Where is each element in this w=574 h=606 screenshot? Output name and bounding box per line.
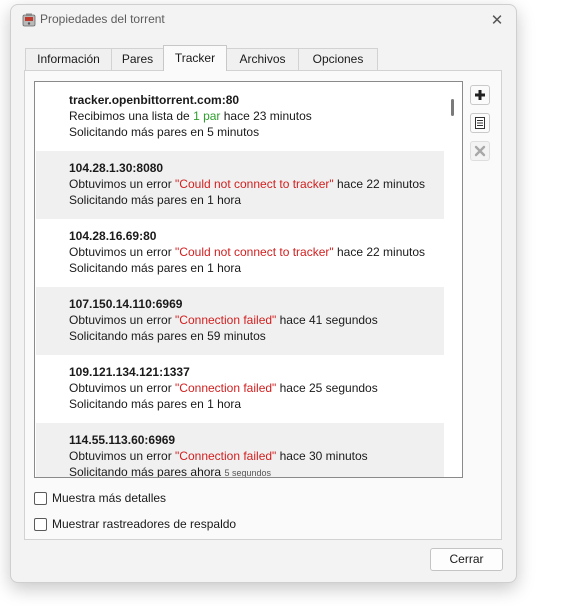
tab-archivos[interactable]: Archivos bbox=[226, 48, 299, 70]
show-backup-trackers-checkbox[interactable] bbox=[34, 518, 47, 531]
tracker-row[interactable]: 104.28.16.69:80 Obtuvimos un error "Coul… bbox=[36, 219, 444, 287]
tracker-status: Obtuvimos un error "Could not connect to… bbox=[69, 177, 426, 191]
tracker-host: 114.55.113.60:6969 bbox=[69, 433, 176, 447]
tracker-row[interactable]: 104.28.1.30:8080 Obtuvimos un error "Cou… bbox=[36, 151, 444, 219]
tracker-countdown: 5 segundos bbox=[224, 468, 271, 478]
title-bar: Propiedades del torrent ✕ bbox=[11, 5, 516, 35]
tracker-host: tracker.openbittorrent.com:80 bbox=[69, 93, 240, 107]
tracker-status: Recibimos una lista de 1 par hace 23 min… bbox=[69, 109, 312, 123]
tracker-host: 109.121.134.121:1337 bbox=[69, 365, 190, 379]
remove-icon bbox=[474, 145, 486, 157]
tab-opciones[interactable]: Opciones bbox=[298, 48, 378, 70]
plus-icon bbox=[475, 90, 485, 100]
tracker-status: Obtuvimos un error "Connection failed" h… bbox=[69, 313, 378, 327]
tracker-host: 104.28.16.69:80 bbox=[69, 229, 157, 243]
tracker-status: Obtuvimos un error "Connection failed" h… bbox=[69, 449, 368, 463]
show-more-details-label: Muestra más detalles bbox=[52, 491, 167, 505]
tracker-status: Obtuvimos un error "Could not connect to… bbox=[69, 245, 426, 259]
tab-tracker[interactable]: Tracker bbox=[163, 45, 227, 71]
properties-dialog: Propiedades del torrent ✕ Información Pa… bbox=[10, 4, 517, 583]
tracker-panel: tracker.openbittorrent.com:80 Recibimos … bbox=[24, 70, 502, 540]
remove-tracker-button[interactable] bbox=[470, 141, 490, 161]
tracker-row[interactable]: 109.121.134.121:1337 Obtuvimos un error … bbox=[36, 355, 444, 423]
close-button[interactable]: Cerrar bbox=[430, 548, 503, 571]
tracker-host: 104.28.1.30:8080 bbox=[69, 161, 164, 175]
tracker-status: Obtuvimos un error "Connection failed" h… bbox=[69, 381, 378, 395]
scrollbar-thumb[interactable] bbox=[451, 99, 454, 116]
tracker-next-announce: Solicitando más pares en 1 hora bbox=[69, 193, 242, 207]
tab-informacion[interactable]: Información bbox=[25, 48, 112, 70]
tracker-next-announce: Solicitando más pares ahora 5 segundos bbox=[69, 465, 271, 478]
tracker-row[interactable]: tracker.openbittorrent.com:80 Recibimos … bbox=[36, 83, 444, 151]
tracker-row[interactable]: 107.150.14.110:6969 Obtuvimos un error "… bbox=[36, 287, 444, 355]
tracker-host: 107.150.14.110:6969 bbox=[69, 297, 183, 311]
tracker-next-announce: Solicitando más pares en 1 hora bbox=[69, 261, 242, 275]
tracker-next-announce: Solicitando más pares en 5 minutos bbox=[69, 125, 260, 139]
tracker-next-announce: Solicitando más pares en 1 hora bbox=[69, 397, 242, 411]
scrollbar[interactable] bbox=[445, 83, 461, 476]
tracker-row[interactable]: 114.55.113.60:6969 Obtuvimos un error "C… bbox=[36, 423, 444, 478]
edit-trackers-button[interactable] bbox=[470, 113, 490, 133]
transmission-icon bbox=[22, 13, 36, 27]
list-icon bbox=[475, 117, 485, 129]
tracker-next-announce: Solicitando más pares en 59 minutos bbox=[69, 329, 266, 343]
add-tracker-button[interactable] bbox=[470, 85, 490, 105]
tracker-list[interactable]: tracker.openbittorrent.com:80 Recibimos … bbox=[34, 81, 463, 478]
show-backup-trackers-label: Muestrar rastreadores de respaldo bbox=[52, 517, 237, 531]
window-title: Propiedades del torrent bbox=[40, 12, 165, 26]
show-more-details-checkbox[interactable] bbox=[34, 492, 47, 505]
close-icon[interactable]: ✕ bbox=[486, 10, 508, 32]
tab-pares[interactable]: Pares bbox=[111, 48, 164, 70]
